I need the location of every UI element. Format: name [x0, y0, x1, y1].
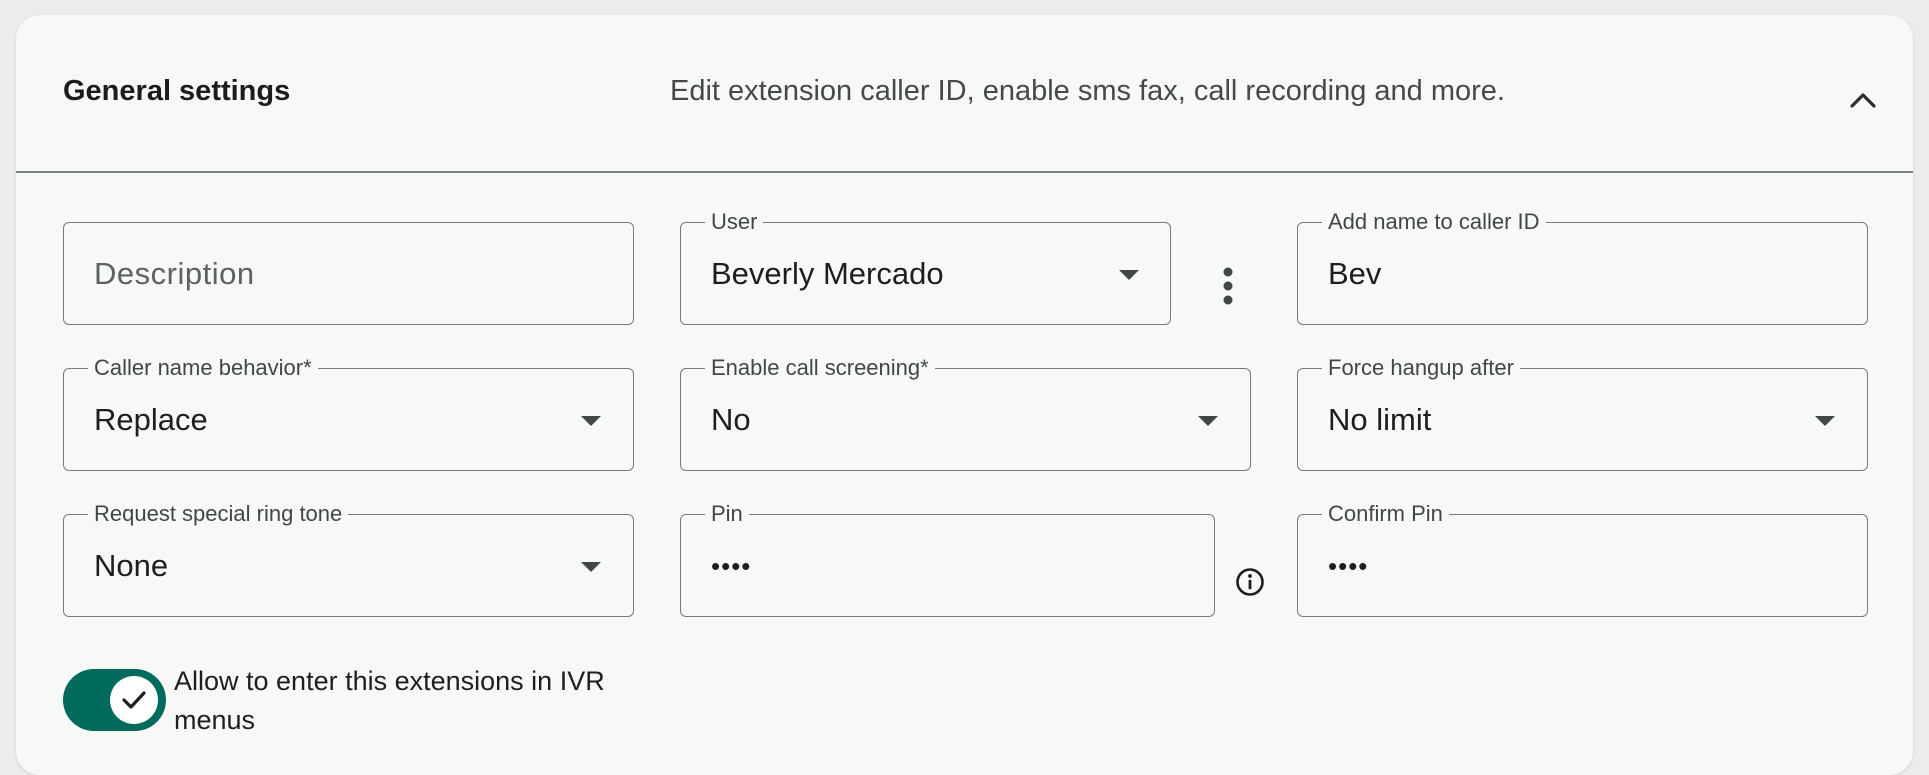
- caller-name-behavior-value: Replace: [94, 402, 208, 437]
- collapse-button[interactable]: [1846, 83, 1880, 117]
- call-screening-value: No: [711, 402, 751, 437]
- ivr-toggle-label: Allow to enter this extensions in IVR me…: [174, 666, 605, 735]
- chevron-down-icon: [1119, 270, 1139, 280]
- call-screening-select[interactable]: Enable call screening* No: [680, 356, 1251, 471]
- user-select[interactable]: User Beverly Mercado: [680, 210, 1171, 325]
- check-icon: [122, 691, 146, 709]
- pin-info-button[interactable]: [1234, 566, 1266, 598]
- description-field[interactable]: Description: [63, 222, 634, 325]
- chevron-down-icon: [581, 416, 601, 426]
- confirm-pin-label: Confirm Pin: [1322, 502, 1449, 526]
- pin-field[interactable]: Pin ••••: [680, 502, 1215, 617]
- more-vert-icon: [1223, 267, 1233, 305]
- caller-id-name-label: Add name to caller ID: [1322, 210, 1546, 234]
- caller-name-behavior-label: Caller name behavior*: [88, 356, 318, 380]
- info-icon: [1236, 568, 1264, 596]
- force-hangup-value: No limit: [1328, 402, 1432, 437]
- toggle-knob: [110, 676, 158, 724]
- pin-value: ••••: [711, 551, 752, 581]
- user-more-button[interactable]: [1213, 256, 1243, 316]
- caller-id-name-value: Bev: [1328, 256, 1382, 291]
- call-screening-label: Enable call screening*: [705, 356, 935, 380]
- panel-title: General settings: [63, 75, 291, 107]
- user-value: Beverly Mercado: [711, 256, 944, 291]
- force-hangup-select[interactable]: Force hangup after No limit: [1297, 356, 1868, 471]
- ring-tone-label: Request special ring tone: [88, 502, 349, 526]
- ivr-toggle-switch[interactable]: [63, 669, 166, 731]
- chevron-up-icon: [1850, 93, 1876, 108]
- pin-label: Pin: [705, 502, 749, 526]
- chevron-down-icon: [1815, 416, 1835, 426]
- general-settings-card: General settings Edit extension caller I…: [16, 15, 1913, 775]
- panel-subtitle: Edit extension caller ID, enable sms fax…: [670, 75, 1505, 107]
- description-placeholder: Description: [94, 256, 255, 291]
- caller-id-name-field[interactable]: Add name to caller ID Bev: [1297, 210, 1868, 325]
- confirm-pin-field[interactable]: Confirm Pin ••••: [1297, 502, 1868, 617]
- ring-tone-value: None: [94, 548, 169, 583]
- chevron-down-icon: [581, 562, 601, 572]
- ring-tone-select[interactable]: Request special ring tone None: [63, 502, 634, 617]
- force-hangup-label: Force hangup after: [1322, 356, 1520, 380]
- confirm-pin-value: ••••: [1328, 551, 1369, 581]
- panel-header[interactable]: General settings Edit extension caller I…: [16, 15, 1913, 173]
- user-label: User: [705, 210, 764, 234]
- caller-name-behavior-select[interactable]: Caller name behavior* Replace: [63, 356, 634, 471]
- chevron-down-icon: [1198, 416, 1218, 426]
